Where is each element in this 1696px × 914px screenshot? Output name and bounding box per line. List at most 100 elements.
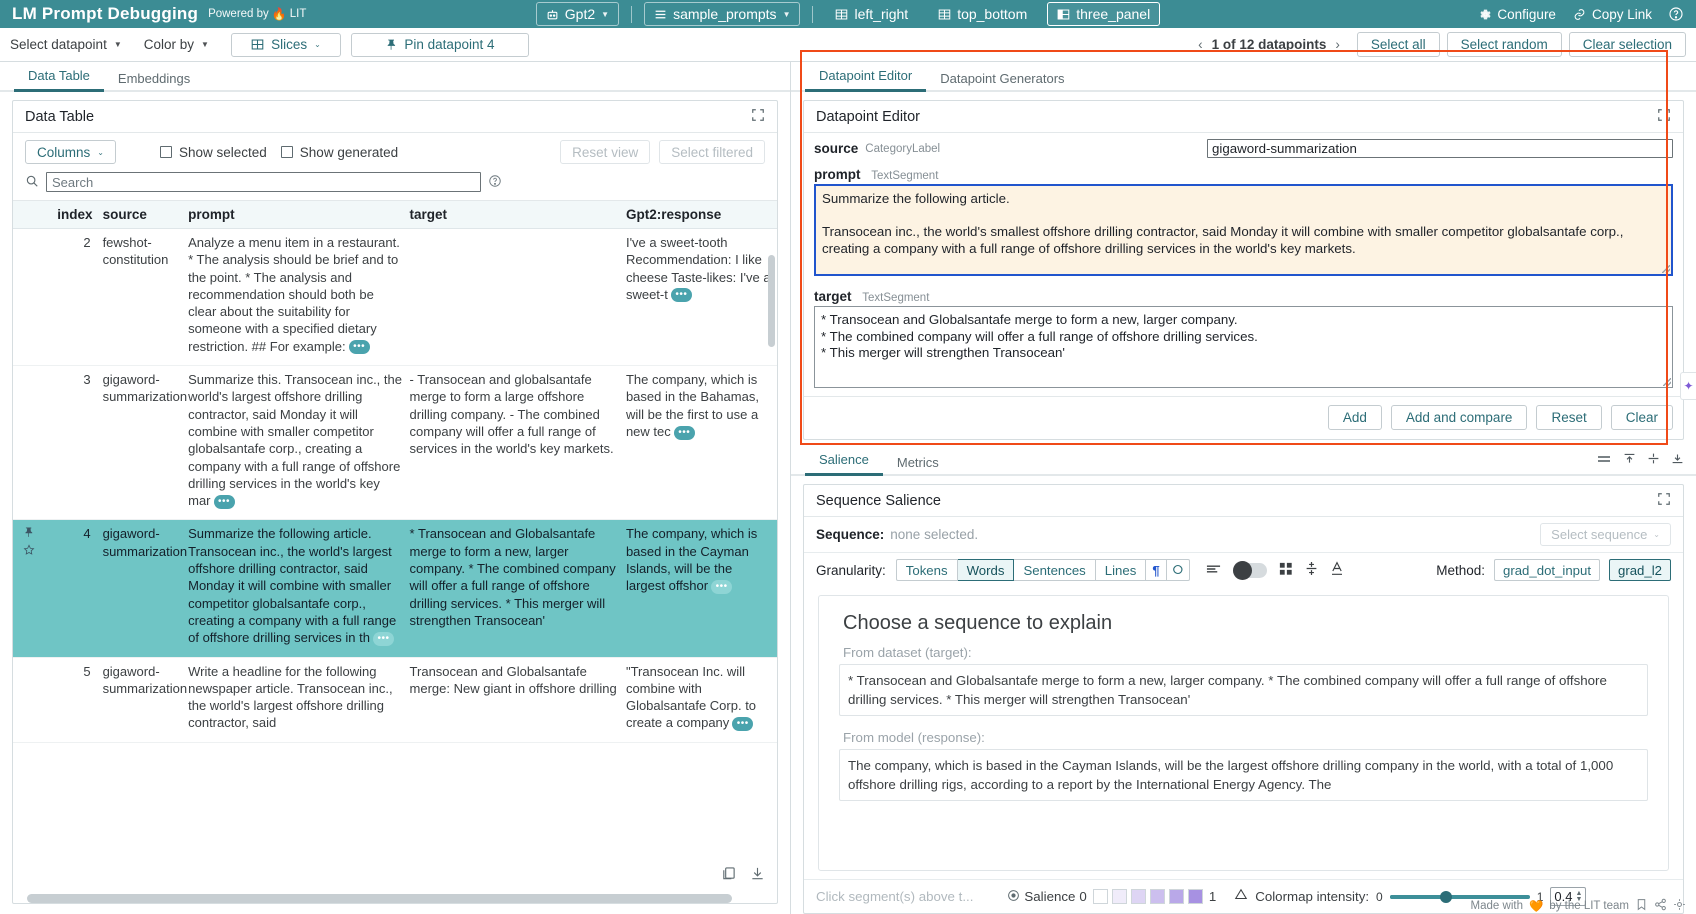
select-all-button[interactable]: Select all <box>1357 32 1440 57</box>
granularity-all[interactable]: ⭘ <box>1167 559 1191 581</box>
tab-salience[interactable]: Salience <box>805 452 883 476</box>
more-icon[interactable]: ••• <box>671 288 692 302</box>
more-icon[interactable]: ••• <box>373 632 394 646</box>
expand-up-icon[interactable] <box>1623 452 1636 470</box>
from-model-value[interactable]: The company, which is based in the Cayma… <box>839 749 1648 801</box>
table-row[interactable]: 5 gigaword-summarization Write a headlin… <box>13 657 777 742</box>
header-prompt[interactable]: prompt <box>188 201 409 229</box>
color-by-dropdown[interactable]: Color by ▼ <box>144 37 209 52</box>
more-icon[interactable]: ••• <box>732 717 753 731</box>
layout-three-panel-button[interactable]: three_panel <box>1047 2 1160 26</box>
tab-embeddings[interactable]: Embeddings <box>104 71 204 92</box>
header-source[interactable]: source <box>103 201 189 229</box>
layout-left-right-button[interactable]: left_right <box>825 2 918 26</box>
select-filtered-button[interactable]: Select filtered <box>659 140 765 164</box>
tab-data-table[interactable]: Data Table <box>14 68 104 92</box>
granularity-sentences[interactable]: Sentences <box>1014 559 1095 581</box>
data-table-scroll-area[interactable]: index source prompt target Gpt2:response… <box>13 200 777 903</box>
help-circle-icon[interactable] <box>1668 6 1684 22</box>
share-icon[interactable] <box>1654 898 1667 914</box>
granularity-words[interactable]: Words <box>958 559 1015 581</box>
prompt-textarea[interactable]: Summarize the following article. Transoc… <box>814 184 1673 276</box>
salience-max: 1 <box>1209 889 1216 904</box>
clear-button[interactable]: Clear <box>1611 405 1673 430</box>
granularity-paragraph[interactable]: ¶ <box>1146 559 1166 581</box>
method-grad-l2[interactable]: grad_l2 <box>1609 559 1671 581</box>
scrollbar-thumb[interactable] <box>27 894 732 903</box>
slider-knob[interactable] <box>1440 891 1452 903</box>
sparkle-panel-toggle[interactable]: ✦ <box>1680 372 1696 400</box>
download-icon[interactable] <box>750 866 765 886</box>
expand-down-icon[interactable] <box>1671 452 1684 470</box>
editor-tabstrip: Datapoint Editor Datapoint Generators <box>791 62 1696 92</box>
table-row[interactable]: 3 gigaword-summarization Summarize this.… <box>13 366 777 520</box>
expand-icon[interactable] <box>1657 108 1671 126</box>
search-help-icon[interactable] <box>488 174 502 191</box>
font-color-icon[interactable] <box>1330 561 1344 579</box>
table-vertical-scrollbar[interactable] <box>768 227 775 873</box>
prev-datapoint-arrow[interactable]: ‹ <box>1198 37 1203 52</box>
pin-datapoint-button[interactable]: Pin datapoint 4 <box>351 33 529 57</box>
resize-handle-icon[interactable] <box>1663 378 1671 386</box>
split-icon[interactable] <box>1647 452 1660 470</box>
reset-view-button[interactable]: Reset view <box>560 140 650 164</box>
sequence-label: Sequence: <box>816 527 884 542</box>
add-button[interactable]: Add <box>1328 405 1382 430</box>
tab-datapoint-editor[interactable]: Datapoint Editor <box>805 68 926 92</box>
granularity-tokens[interactable]: Tokens <box>896 559 958 581</box>
method-grad-dot-input[interactable]: grad_dot_input <box>1494 559 1600 581</box>
density-toggle[interactable] <box>1233 563 1267 578</box>
table-horizontal-scrollbar[interactable] <box>13 894 777 903</box>
scrollbar-thumb[interactable] <box>768 255 775 347</box>
field-prompt-header: prompt TextSegment <box>804 162 1683 184</box>
expand-icon[interactable] <box>751 108 765 126</box>
copy-icon[interactable] <box>721 866 736 886</box>
more-icon[interactable]: ••• <box>711 580 732 594</box>
slices-icon <box>251 38 264 51</box>
configure-button[interactable]: Configure <box>1479 7 1556 22</box>
menu-icon[interactable] <box>1596 452 1612 470</box>
copy-link-button[interactable]: Copy Link <box>1572 7 1652 22</box>
search-input[interactable] <box>46 172 481 192</box>
normalize-icon[interactable] <box>1305 561 1318 579</box>
select-random-button[interactable]: Select random <box>1447 32 1562 57</box>
star-icon[interactable] <box>23 544 35 559</box>
header-index[interactable]: index <box>57 201 102 229</box>
tab-datapoint-generators[interactable]: Datapoint Generators <box>926 71 1078 92</box>
align-left-icon[interactable] <box>1206 563 1221 578</box>
target-textarea[interactable]: * Transocean and Globalsantafe merge to … <box>814 306 1673 388</box>
add-and-compare-button[interactable]: Add and compare <box>1391 405 1528 430</box>
header-response[interactable]: Gpt2:response <box>626 201 777 229</box>
layout-top-bottom-button[interactable]: top_bottom <box>928 2 1037 26</box>
from-dataset-value[interactable]: * Transocean and Globalsantafe merge to … <box>839 664 1648 716</box>
powered-by-text: Powered by <box>208 8 269 20</box>
more-icon[interactable]: ••• <box>349 340 370 354</box>
model-selector-chip[interactable]: Gpt2 ▼ <box>536 2 619 26</box>
show-selected-checkbox[interactable]: Show selected <box>160 145 267 160</box>
table-row[interactable]: 2 fewshot-constitution Analyze a menu it… <box>13 229 777 366</box>
expand-icon[interactable] <box>1657 492 1671 510</box>
show-generated-checkbox[interactable]: Show generated <box>281 145 398 160</box>
pin-icon[interactable] <box>23 526 34 541</box>
granularity-lines[interactable]: Lines <box>1096 559 1147 581</box>
columns-button[interactable]: Columns ⌄ <box>25 140 116 164</box>
select-sequence-button[interactable]: Select sequence ⌄ <box>1540 523 1671 546</box>
header-target[interactable]: target <box>410 201 626 229</box>
table-row[interactable]: 4 gigaword-summarization Summarize the f… <box>13 520 777 657</box>
dataset-selector-chip[interactable]: sample_prompts ▼ <box>644 2 800 26</box>
grid-view-icon[interactable] <box>1279 562 1293 579</box>
reset-button[interactable]: Reset <box>1536 405 1601 430</box>
bookmark-icon[interactable] <box>1635 898 1648 914</box>
table-header-row: index source prompt target Gpt2:response <box>13 201 777 229</box>
tab-metrics[interactable]: Metrics <box>883 455 953 476</box>
more-icon[interactable]: ••• <box>674 426 695 440</box>
chevron-down-icon: ⌄ <box>1653 530 1660 539</box>
settings-icon[interactable] <box>1673 898 1686 914</box>
select-datapoint-dropdown[interactable]: Select datapoint ▼ <box>10 37 122 52</box>
more-icon[interactable]: ••• <box>214 495 235 509</box>
slices-button[interactable]: Slices ⌄ <box>231 33 341 57</box>
clear-selection-button[interactable]: Clear selection <box>1569 32 1686 57</box>
next-datapoint-arrow[interactable]: › <box>1335 37 1340 52</box>
resize-handle-icon[interactable] <box>1662 265 1670 273</box>
source-input[interactable] <box>1207 139 1673 158</box>
